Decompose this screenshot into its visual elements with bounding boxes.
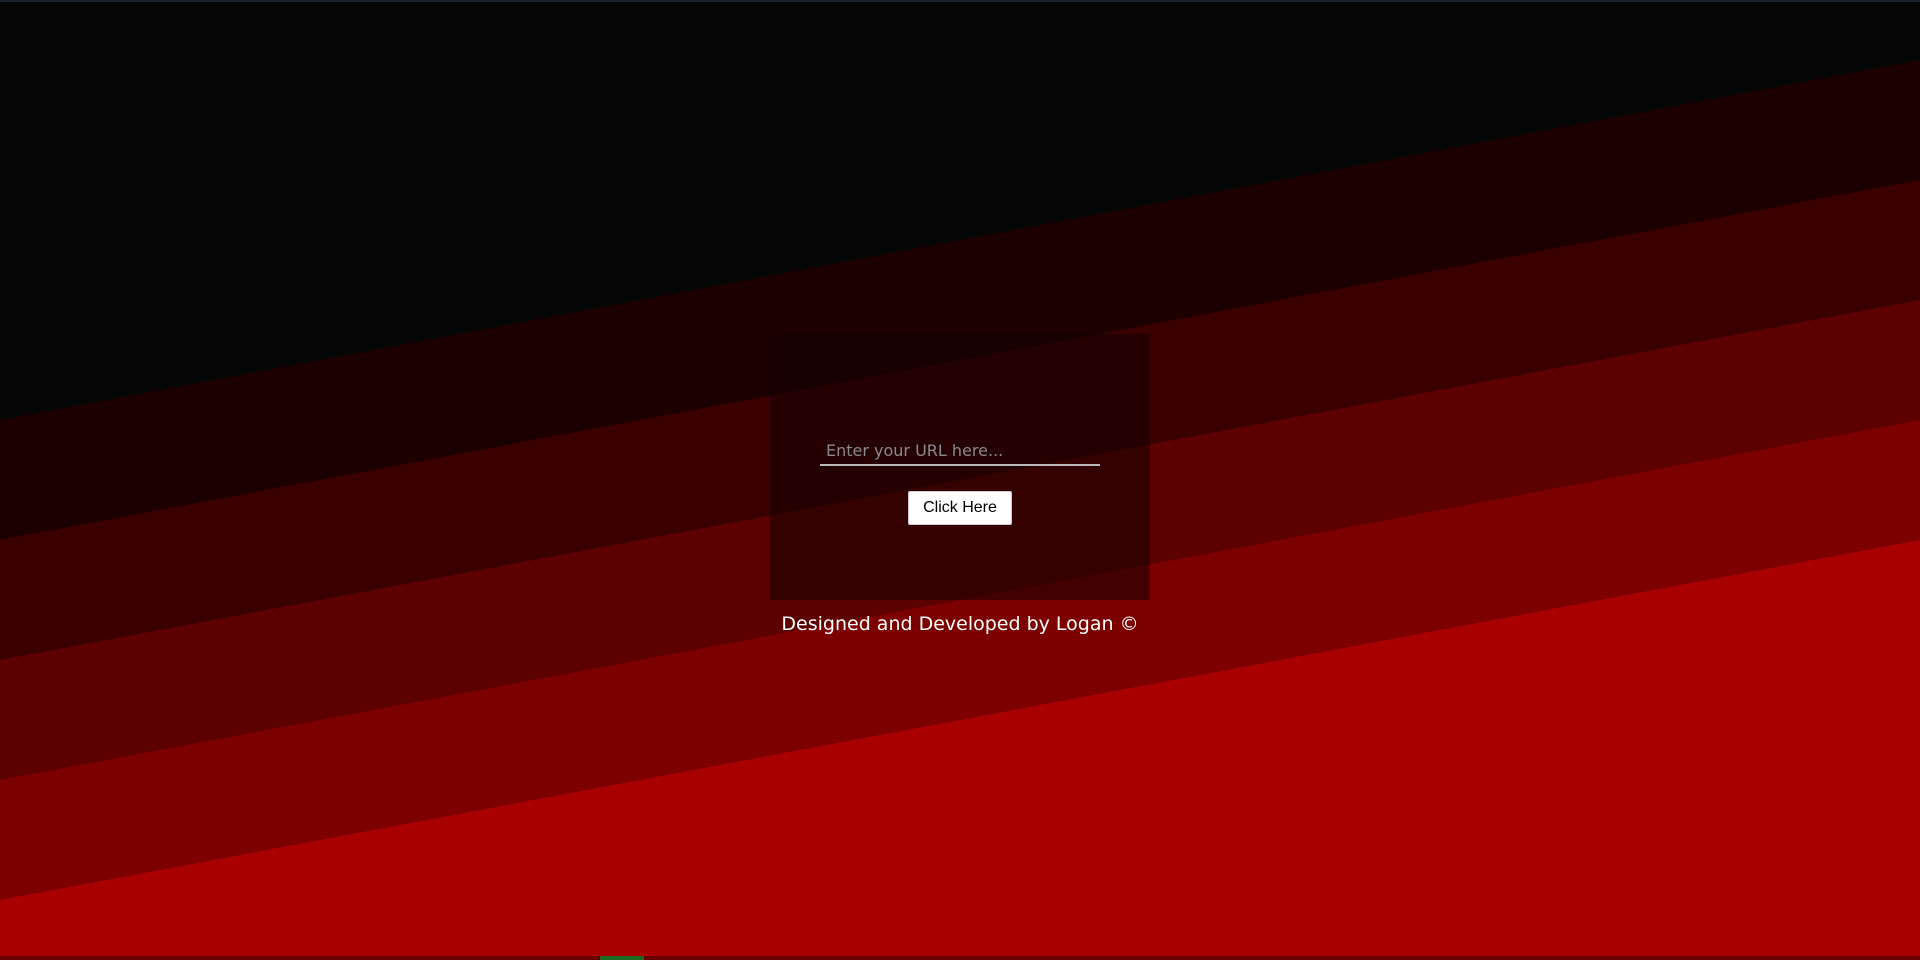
click-here-button[interactable]: Click Here — [908, 491, 1012, 525]
footer-credit: Designed and Developed by Logan © — [781, 613, 1139, 635]
page: Click Here Designed and Developed by Log… — [0, 0, 1920, 960]
url-form-panel — [770, 334, 1150, 600]
bottom-edge — [0, 956, 1920, 960]
url-input[interactable] — [820, 436, 1100, 466]
bottom-indicator — [600, 956, 644, 960]
